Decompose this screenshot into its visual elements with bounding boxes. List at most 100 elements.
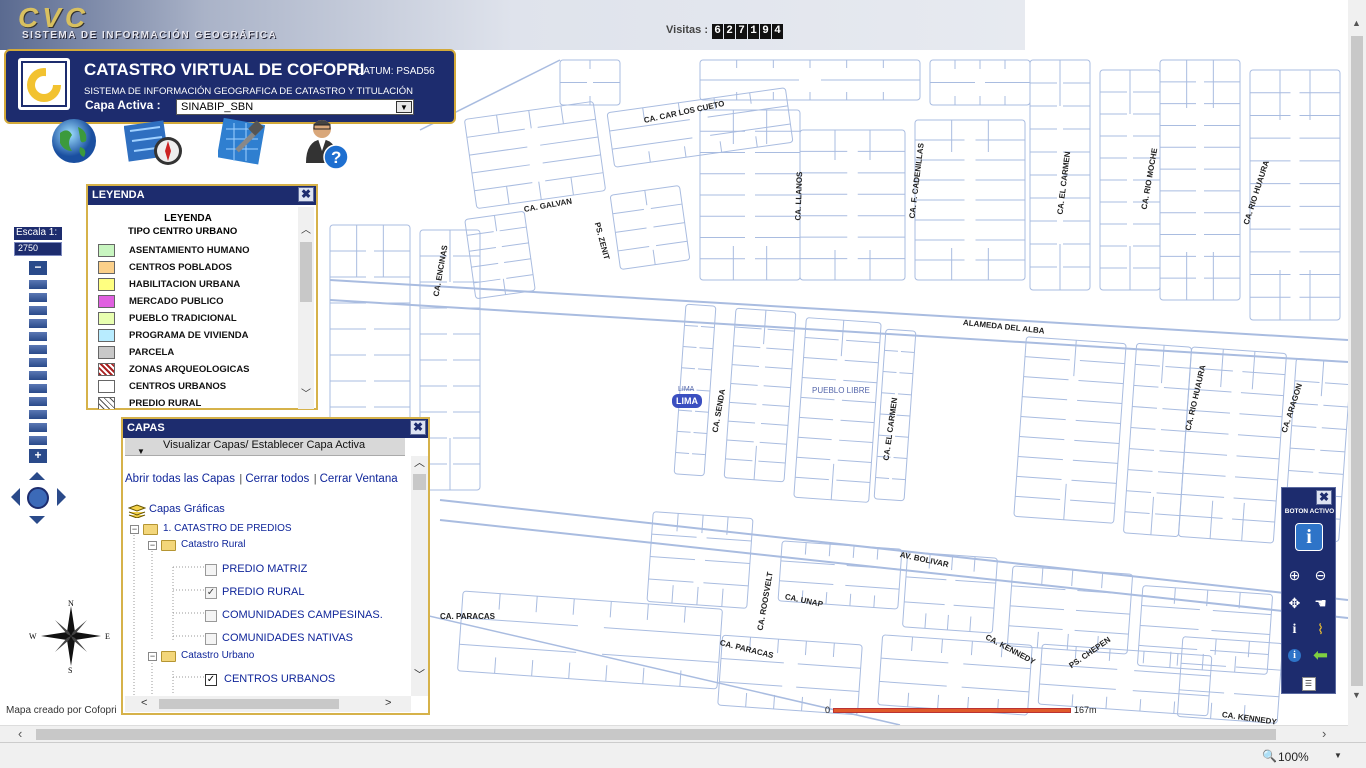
legend-swatch (98, 295, 115, 308)
legend-panel: LEYENDA ✖ LEYENDA TIPO CENTRO URBANO ASE… (86, 184, 318, 410)
close-all-link[interactable]: Cerrar todos (245, 473, 309, 485)
pan-right-icon[interactable] (57, 488, 66, 506)
layer-label[interactable]: COMUNIDADES CAMPESINAS. (222, 609, 383, 621)
blueprint-hammer-icon[interactable] (216, 117, 266, 165)
chevron-up-icon[interactable]: ︿ (414, 454, 425, 470)
help-person-icon[interactable]: ? (304, 115, 352, 170)
layers-vscrollbar[interactable]: ︿ ﹀ (411, 456, 428, 696)
active-layer-select[interactable]: SINABIP_SBN ▼ (176, 99, 414, 115)
pan-center-icon[interactable] (27, 487, 49, 509)
zoom-step[interactable] (29, 384, 47, 393)
layers-accordion-header[interactable]: Visualizar Capas/ Establecer Capa Activa… (125, 438, 405, 456)
layer-checkbox[interactable] (205, 564, 217, 576)
chevron-down-icon[interactable]: ﹀ (414, 666, 425, 682)
legend-body: LEYENDA TIPO CENTRO URBANO ASENTAMIENTO … (88, 207, 296, 409)
horizontal-scrollbar[interactable]: ‹ › (0, 725, 1348, 742)
layer-label[interactable]: PREDIO RURAL (222, 586, 305, 598)
collapse-icon[interactable]: − (148, 541, 157, 550)
active-info-icon[interactable]: i (1295, 523, 1323, 551)
zoom-step[interactable] (29, 358, 47, 367)
visits-label: Visitas : (666, 24, 708, 36)
zoom-step[interactable] (29, 436, 47, 445)
layer-checkbox[interactable]: ✓ (205, 587, 217, 599)
layers-hscroll-thumb[interactable] (159, 699, 339, 709)
pan-left-icon[interactable] (11, 488, 20, 506)
horizontal-scroll-thumb[interactable] (36, 729, 1276, 740)
chevron-down-icon[interactable]: ▼ (1334, 751, 1342, 760)
zoom-step[interactable] (29, 293, 47, 302)
zoom-slider[interactable]: − + (29, 261, 49, 468)
vertical-scrollbar[interactable]: ▲ ▼ (1348, 0, 1366, 742)
chevron-left-icon[interactable]: < (141, 697, 147, 709)
chevron-down-icon[interactable]: ﹀ (301, 385, 311, 400)
zoom-step[interactable] (29, 345, 47, 354)
scale-value[interactable]: 2750 (14, 242, 62, 256)
info-icon[interactable]: i (1285, 620, 1304, 639)
layer-checkbox[interactable]: ✓ (205, 674, 217, 686)
layer-checkbox[interactable] (205, 610, 217, 622)
clear-broom-icon[interactable]: ⌇ (1311, 620, 1330, 639)
vertical-scroll-thumb[interactable] (1351, 36, 1363, 686)
zoom-out-button[interactable]: − (29, 261, 47, 275)
back-arrow-icon[interactable]: ⬅ (1311, 646, 1330, 665)
legend-scroll-thumb[interactable] (300, 242, 312, 302)
zoom-magnifier-icon[interactable]: 🔍 (1262, 749, 1277, 763)
chevron-left-icon[interactable]: ‹ (18, 726, 22, 741)
close-window-link[interactable]: Cerrar Ventana (320, 473, 398, 485)
identify-icon[interactable]: i (1285, 646, 1304, 665)
scale-bar (833, 708, 1071, 713)
tree-group-label[interactable]: 1. CATASTRO DE PREDIOS (163, 523, 292, 534)
tree-folder-rural[interactable]: Catastro Rural (181, 539, 245, 550)
zoom-out-icon[interactable]: ⊖ (1311, 566, 1330, 585)
zoom-step[interactable] (29, 280, 47, 289)
layers-scroll-thumb[interactable] (413, 474, 426, 490)
layers-title-bar[interactable]: CAPAS ✖ (123, 419, 428, 438)
chevron-up-icon[interactable]: ︿ (301, 221, 311, 236)
list-icon[interactable]: ☰ (1299, 672, 1318, 691)
zoom-steps[interactable] (29, 280, 49, 445)
layer-label[interactable]: CENTROS URBANOS (224, 673, 335, 685)
chevron-down-icon[interactable]: ▼ (396, 101, 412, 113)
chevron-right-icon[interactable]: › (1322, 726, 1326, 741)
zoom-level[interactable]: 100% (1278, 750, 1309, 764)
zoom-step[interactable] (29, 332, 47, 341)
pan-control[interactable] (10, 470, 68, 526)
zoom-step[interactable] (29, 306, 47, 315)
chevron-down-icon[interactable]: ▼ (1352, 690, 1361, 700)
pan-down-icon[interactable] (29, 516, 45, 524)
collapse-icon[interactable]: − (130, 525, 139, 534)
close-icon[interactable]: ✖ (298, 187, 314, 202)
zoom-step[interactable] (29, 397, 47, 406)
layer-label[interactable]: PREDIO MATRIZ (222, 563, 307, 575)
zoom-in-icon[interactable]: ⊕ (1285, 566, 1304, 585)
pan-up-icon[interactable] (29, 472, 45, 480)
layer-label[interactable]: COMUNIDADES NATIVAS (222, 632, 353, 644)
legend-item-label: ZONAS ARQUEOLOGICAS (129, 364, 250, 375)
close-icon[interactable]: ✖ (1316, 490, 1332, 505)
tree-folder-urbano[interactable]: Catastro Urbano (181, 650, 254, 661)
legend-item-label: CENTROS URBANOS (129, 381, 227, 392)
close-icon[interactable]: ✖ (410, 420, 426, 435)
legend-scrollbar[interactable]: ︿ ﹀ (298, 207, 314, 409)
city-marker[interactable]: LIMA (672, 394, 702, 408)
chevron-right-icon[interactable]: > (385, 697, 391, 709)
map-compass-icon[interactable] (123, 117, 182, 165)
city-block (1037, 643, 1213, 717)
legend-title-bar[interactable]: LEYENDA ✖ (88, 186, 316, 205)
globe-icon[interactable] (50, 117, 98, 165)
layers-hscrollbar[interactable]: < > (125, 696, 411, 712)
zoom-step[interactable] (29, 319, 47, 328)
pan-move-icon[interactable]: ✥ (1285, 594, 1304, 613)
zoom-step[interactable] (29, 423, 47, 432)
collapse-icon[interactable]: − (148, 652, 157, 661)
zoom-step[interactable] (29, 410, 47, 419)
application-window: CA. CAR LOS CUETO CA. GALVAN PS. ZENIT C… (0, 0, 1366, 768)
cofopri-logo (18, 58, 70, 110)
layer-checkbox[interactable] (205, 633, 217, 645)
zoom-in-button[interactable]: + (29, 449, 47, 463)
zoom-step[interactable] (29, 371, 47, 380)
active-layer-label: Capa Activa : (85, 98, 161, 112)
svg-text:W: W (29, 632, 37, 641)
hand-icon[interactable]: ☚ (1311, 594, 1330, 613)
chevron-up-icon[interactable]: ▲ (1352, 18, 1361, 28)
